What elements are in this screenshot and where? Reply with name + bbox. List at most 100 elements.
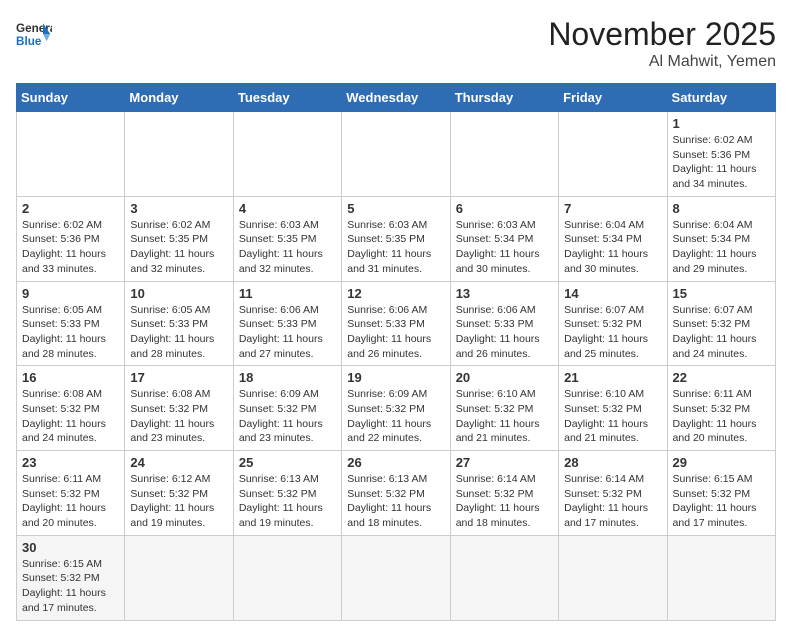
calendar-cell [450,112,558,197]
day-number: 18 [239,370,336,385]
svg-text:Blue: Blue [16,35,42,48]
column-header-wednesday: Wednesday [342,84,450,112]
calendar-cell: 3 Sunrise: 6:02 AM Sunset: 5:35 PM Daylig… [125,196,233,281]
day-number: 8 [673,201,770,216]
column-header-saturday: Saturday [667,84,775,112]
calendar-week-row: 1 Sunrise: 6:02 AM Sunset: 5:36 PM Daylig… [17,112,776,197]
calendar-cell: 27 Sunrise: 6:14 AM Sunset: 5:32 PM Dayli… [450,451,558,536]
calendar-week-row: 16 Sunrise: 6:08 AM Sunset: 5:32 PM Dayli… [17,366,776,451]
day-info: Sunrise: 6:02 AM Sunset: 5:36 PM Dayligh… [673,133,770,192]
day-info: Sunrise: 6:14 AM Sunset: 5:32 PM Dayligh… [564,472,661,531]
day-number: 30 [22,540,119,555]
calendar-cell: 16 Sunrise: 6:08 AM Sunset: 5:32 PM Dayli… [17,366,125,451]
calendar-cell: 6Sunrise: 6:03 AM Sunset: 5:34 PM Daylig… [450,196,558,281]
calendar-cell: 13 Sunrise: 6:06 AM Sunset: 5:33 PM Dayli… [450,281,558,366]
day-number: 25 [239,455,336,470]
calendar-cell: 18Sunrise: 6:09 AM Sunset: 5:32 PM Dayli… [233,366,341,451]
calendar-cell [125,112,233,197]
day-number: 17 [130,370,227,385]
calendar-cell [667,535,775,620]
column-header-sunday: Sunday [17,84,125,112]
day-number: 1 [673,116,770,131]
day-info: Sunrise: 6:08 AM Sunset: 5:32 PM Dayligh… [130,387,227,446]
column-header-friday: Friday [559,84,667,112]
calendar-cell: 4 Sunrise: 6:03 AM Sunset: 5:35 PM Daylig… [233,196,341,281]
day-info: Sunrise: 6:04 AM Sunset: 5:34 PM Dayligh… [673,218,770,277]
column-header-tuesday: Tuesday [233,84,341,112]
calendar-cell: 15Sunrise: 6:07 AM Sunset: 5:32 PM Dayli… [667,281,775,366]
day-number: 15 [673,286,770,301]
calendar-cell: 9Sunrise: 6:05 AM Sunset: 5:33 PM Daylig… [17,281,125,366]
calendar-cell: 26 Sunrise: 6:13 AM Sunset: 5:32 PM Dayli… [342,451,450,536]
day-info: Sunrise: 6:14 AM Sunset: 5:32 PM Dayligh… [456,472,553,531]
day-info: Sunrise: 6:05 AM Sunset: 5:33 PM Dayligh… [130,303,227,362]
calendar-cell: 2Sunrise: 6:02 AM Sunset: 5:36 PM Daylig… [17,196,125,281]
day-info: Sunrise: 6:13 AM Sunset: 5:32 PM Dayligh… [347,472,444,531]
calendar-cell [233,535,341,620]
calendar-cell: 20 Sunrise: 6:10 AM Sunset: 5:32 PM Dayli… [450,366,558,451]
day-number: 23 [22,455,119,470]
day-number: 16 [22,370,119,385]
logo-icon: General Blue [16,16,52,52]
day-number: 26 [347,455,444,470]
column-header-monday: Monday [125,84,233,112]
calendar-cell [342,535,450,620]
day-info: Sunrise: 6:04 AM Sunset: 5:34 PM Dayligh… [564,218,661,277]
day-number: 4 [239,201,336,216]
logo: General Blue [16,16,52,52]
calendar-cell: 21 Sunrise: 6:10 AM Sunset: 5:32 PM Dayli… [559,366,667,451]
day-info: Sunrise: 6:15 AM Sunset: 5:32 PM Dayligh… [22,557,119,616]
day-number: 5 [347,201,444,216]
day-info: Sunrise: 6:06 AM Sunset: 5:33 PM Dayligh… [456,303,553,362]
day-info: Sunrise: 6:02 AM Sunset: 5:35 PM Dayligh… [130,218,227,277]
calendar-cell [559,112,667,197]
day-info: Sunrise: 6:11 AM Sunset: 5:32 PM Dayligh… [22,472,119,531]
day-info: Sunrise: 6:08 AM Sunset: 5:32 PM Dayligh… [22,387,119,446]
day-info: Sunrise: 6:11 AM Sunset: 5:32 PM Dayligh… [673,387,770,446]
day-number: 10 [130,286,227,301]
day-number: 29 [673,455,770,470]
day-number: 13 [456,286,553,301]
calendar-cell: 17 Sunrise: 6:08 AM Sunset: 5:32 PM Dayli… [125,366,233,451]
calendar-cell [450,535,558,620]
calendar-cell [559,535,667,620]
day-info: Sunrise: 6:10 AM Sunset: 5:32 PM Dayligh… [564,387,661,446]
day-number: 12 [347,286,444,301]
day-info: Sunrise: 6:15 AM Sunset: 5:32 PM Dayligh… [673,472,770,531]
calendar-week-row: 2Sunrise: 6:02 AM Sunset: 5:36 PM Daylig… [17,196,776,281]
day-number: 28 [564,455,661,470]
day-info: Sunrise: 6:10 AM Sunset: 5:32 PM Dayligh… [456,387,553,446]
day-number: 14 [564,286,661,301]
day-number: 7 [564,201,661,216]
calendar-cell [342,112,450,197]
calendar-cell: 14 Sunrise: 6:07 AM Sunset: 5:32 PM Dayli… [559,281,667,366]
day-info: Sunrise: 6:09 AM Sunset: 5:32 PM Dayligh… [347,387,444,446]
page-header: General Blue November 2025 Al Mahwit, Ye… [16,16,776,71]
day-info: Sunrise: 6:13 AM Sunset: 5:32 PM Dayligh… [239,472,336,531]
day-info: Sunrise: 6:03 AM Sunset: 5:35 PM Dayligh… [239,218,336,277]
day-number: 21 [564,370,661,385]
day-info: Sunrise: 6:12 AM Sunset: 5:32 PM Dayligh… [130,472,227,531]
calendar-week-row: 30 Sunrise: 6:15 AM Sunset: 5:32 PM Dayli… [17,535,776,620]
calendar-table: SundayMondayTuesdayWednesdayThursdayFrid… [16,83,776,621]
day-number: 22 [673,370,770,385]
day-info: Sunrise: 6:06 AM Sunset: 5:33 PM Dayligh… [347,303,444,362]
day-number: 27 [456,455,553,470]
calendar-cell: 8 Sunrise: 6:04 AM Sunset: 5:34 PM Daylig… [667,196,775,281]
calendar-cell: 5 Sunrise: 6:03 AM Sunset: 5:35 PM Daylig… [342,196,450,281]
location-title: Al Mahwit, Yemen [548,53,776,71]
day-number: 3 [130,201,227,216]
calendar-cell: 7 Sunrise: 6:04 AM Sunset: 5:34 PM Daylig… [559,196,667,281]
calendar-header-row: SundayMondayTuesdayWednesdayThursdayFrid… [17,84,776,112]
calendar-cell: 28 Sunrise: 6:14 AM Sunset: 5:32 PM Dayli… [559,451,667,536]
day-number: 9 [22,286,119,301]
day-info: Sunrise: 6:03 AM Sunset: 5:34 PM Dayligh… [456,218,553,277]
day-info: Sunrise: 6:07 AM Sunset: 5:32 PM Dayligh… [564,303,661,362]
calendar-cell [125,535,233,620]
calendar-week-row: 9 Sunrise: 6:05 AM Sunset: 5:33 PM Daylig… [17,281,776,366]
day-number: 19 [347,370,444,385]
month-title: November 2025 [548,16,776,53]
calendar-cell: 29 Sunrise: 6:15 AM Sunset: 5:32 PM Dayli… [667,451,775,536]
day-info: Sunrise: 6:03 AM Sunset: 5:35 PM Dayligh… [347,218,444,277]
day-number: 20 [456,370,553,385]
